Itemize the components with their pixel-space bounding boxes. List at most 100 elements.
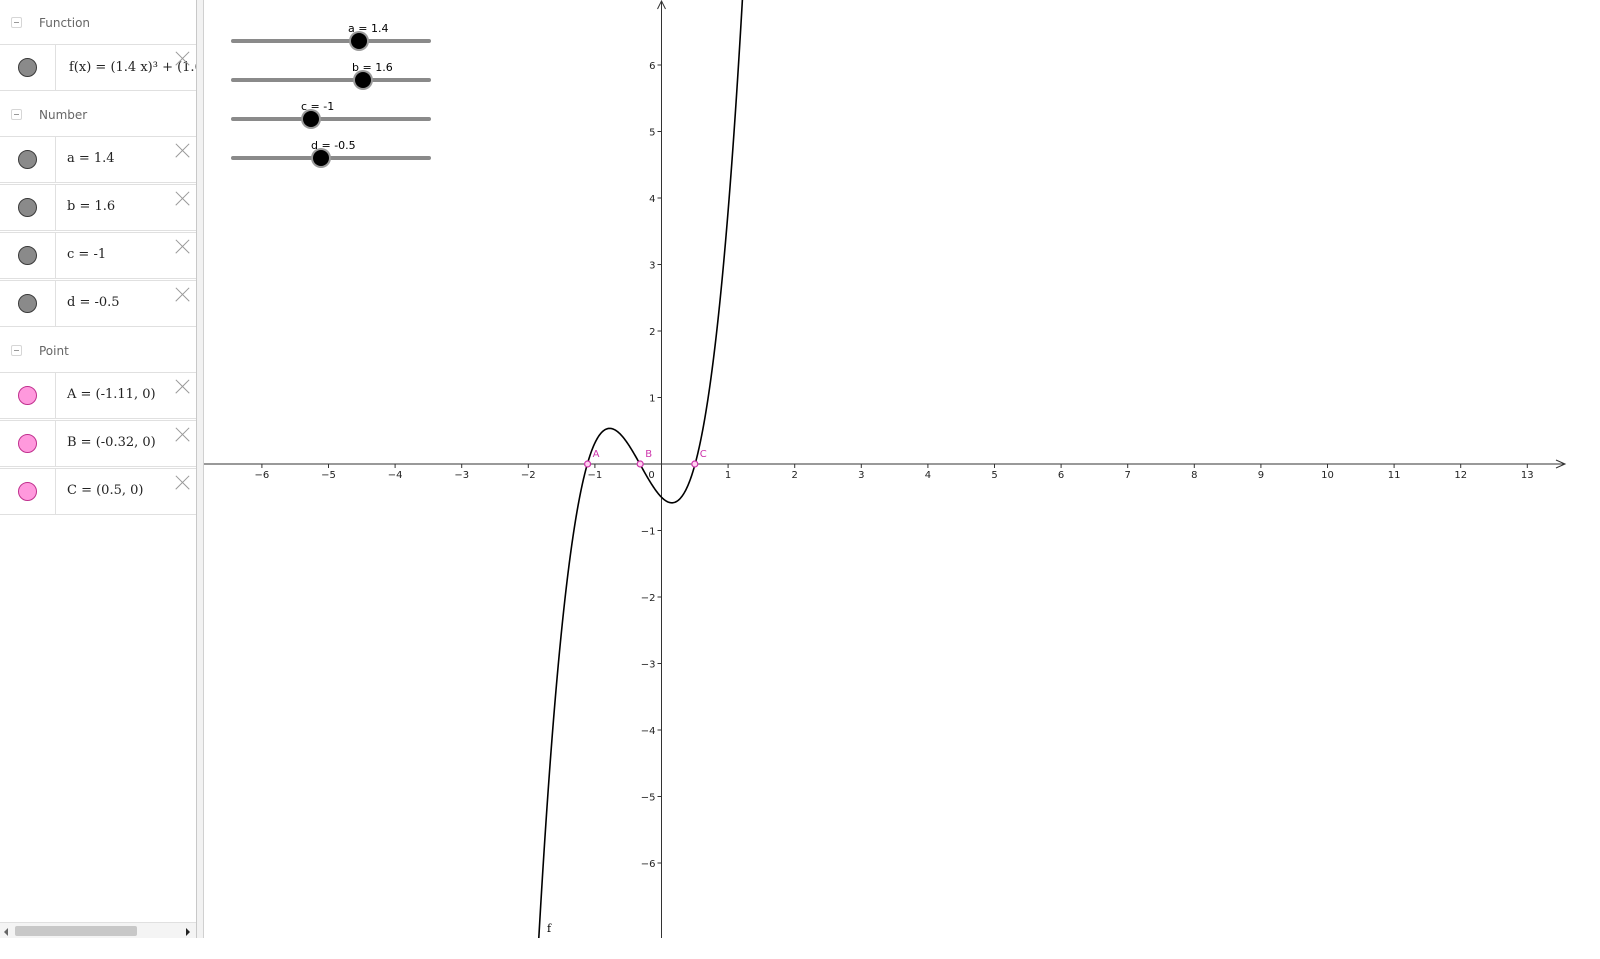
x-tick-label: −6: [255, 470, 270, 481]
x-tick-label: 5: [991, 470, 997, 481]
slider-knob[interactable]: [355, 72, 371, 88]
x-tick-label: 11: [1388, 470, 1401, 481]
visibility-toggle[interactable]: [0, 373, 56, 418]
group-header-point[interactable]: Point: [0, 328, 196, 372]
algebra-view: Function f(x) = (1.4 x)³ + (1.6 x)² − x …: [0, 0, 197, 938]
delete-icon[interactable]: [173, 142, 191, 160]
algebra-row-point-b[interactable]: B = (-0.32, 0): [0, 420, 196, 467]
algebra-definition[interactable]: a = 1.4: [67, 151, 115, 166]
visibility-toggle[interactable]: [0, 137, 56, 182]
slider-caption: c = -1: [301, 100, 335, 113]
visibility-toggle[interactable]: [0, 45, 56, 90]
delete-icon[interactable]: [173, 426, 191, 444]
scroll-left-icon[interactable]: [4, 928, 8, 936]
group-header-number[interactable]: Number: [0, 92, 196, 136]
x-tick-label: 3: [858, 470, 864, 481]
delete-icon[interactable]: [173, 190, 191, 208]
horizontal-scrollbar[interactable]: [0, 922, 196, 938]
group-name: Point: [39, 344, 69, 358]
visibility-toggle[interactable]: [0, 233, 56, 278]
slider-track[interactable]: [231, 117, 431, 121]
point-label: C: [700, 449, 707, 460]
point-label: A: [593, 449, 600, 460]
delete-icon[interactable]: [173, 378, 191, 396]
algebra-row-number-a[interactable]: a = 1.4: [0, 136, 196, 183]
visibility-marble-icon[interactable]: [18, 434, 37, 453]
point-label: B: [645, 449, 652, 460]
x-tick-label: 4: [925, 470, 931, 481]
delete-icon[interactable]: [173, 286, 191, 304]
y-tick-label: −1: [641, 527, 656, 538]
y-tick-label: 5: [649, 128, 655, 139]
graphics-view[interactable]: −6 −5 −4 −3 −2 −1 0 1 2 3 4 5 6 7 8 9 10 11 12 13 −6 −5 −4 −3 −2…: [204, 0, 1600, 959]
algebra-definition[interactable]: A = (-1.11, 0): [67, 387, 156, 402]
algebra-row-number-d[interactable]: d = -0.5: [0, 280, 196, 327]
status-bar: [0, 938, 1600, 959]
visibility-marble-icon[interactable]: [18, 198, 37, 217]
visibility-toggle[interactable]: [0, 421, 56, 466]
x-tick-label: −1: [588, 470, 603, 481]
visibility-toggle[interactable]: [0, 185, 56, 230]
x-tick-label: 10: [1321, 470, 1334, 481]
algebra-definition[interactable]: b = 1.6: [67, 199, 115, 214]
delete-icon[interactable]: [173, 50, 191, 68]
x-tick-label: 8: [1191, 470, 1197, 481]
slider-track[interactable]: [231, 156, 431, 160]
slider-d[interactable]: d = -0.5: [231, 139, 431, 169]
visibility-toggle[interactable]: [0, 281, 56, 326]
y-tick-label: 6: [649, 61, 655, 72]
visibility-marble-icon[interactable]: [18, 246, 37, 265]
x-tick-label: 9: [1258, 470, 1264, 481]
slider-b[interactable]: b = 1.6: [231, 61, 431, 91]
collapse-icon[interactable]: [11, 17, 22, 28]
x-tick-label: 13: [1521, 470, 1534, 481]
algebra-row-point-a[interactable]: A = (-1.11, 0): [0, 372, 196, 419]
y-tick-label: −3: [641, 660, 656, 671]
slider-a[interactable]: a = 1.4: [231, 22, 431, 52]
delete-icon[interactable]: [173, 474, 191, 492]
slider-track[interactable]: [231, 39, 431, 43]
slider-knob[interactable]: [351, 33, 367, 49]
x-tick-label: −2: [521, 470, 536, 481]
algebra-row-function-f[interactable]: f(x) = (1.4 x)³ + (1.6 x)² − x − 0.5: [0, 44, 196, 91]
delete-icon[interactable]: [173, 238, 191, 256]
group-header-function[interactable]: Function: [0, 0, 196, 44]
scroll-right-icon[interactable]: [186, 928, 190, 936]
algebra-row-number-c[interactable]: c = -1: [0, 232, 196, 279]
collapse-icon[interactable]: [11, 345, 22, 356]
y-tick-label: 3: [649, 261, 655, 272]
algebra-row-point-c[interactable]: C = (0.5, 0): [0, 468, 196, 515]
visibility-marble-icon[interactable]: [18, 482, 37, 501]
group-name: Function: [39, 16, 91, 30]
slider-track[interactable]: [231, 78, 431, 82]
collapse-icon[interactable]: [11, 109, 22, 120]
visibility-marble-icon[interactable]: [18, 294, 37, 313]
y-tick-label: −6: [641, 859, 656, 870]
x-tick-label: −5: [321, 470, 336, 481]
visibility-marble-icon[interactable]: [18, 386, 37, 405]
point-b: [636, 460, 644, 468]
x-tick-label: −3: [454, 470, 469, 481]
x-tick-label: 7: [1125, 470, 1131, 481]
algebra-row-number-b[interactable]: b = 1.6: [0, 184, 196, 231]
slider-c[interactable]: c = -1: [231, 100, 431, 130]
x-tick-label: 12: [1454, 470, 1467, 481]
y-tick-label: −5: [641, 793, 656, 804]
y-tick-label: 4: [649, 194, 655, 205]
x-tick-label: −4: [388, 470, 403, 481]
slider-knob[interactable]: [303, 111, 319, 127]
algebra-definition[interactable]: c = -1: [67, 247, 106, 262]
y-tick-label: 1: [649, 394, 655, 405]
slider-knob[interactable]: [313, 150, 329, 166]
algebra-definition[interactable]: C = (0.5, 0): [67, 483, 143, 498]
function-label: f: [547, 922, 552, 935]
algebra-definition[interactable]: d = -0.5: [67, 295, 120, 310]
visibility-toggle[interactable]: [0, 469, 56, 514]
view-divider[interactable]: [197, 0, 204, 938]
x-tick-label: 6: [1058, 470, 1064, 481]
scrollbar-thumb[interactable]: [15, 926, 137, 936]
visibility-marble-icon[interactable]: [18, 58, 37, 77]
point-a: [583, 460, 592, 468]
visibility-marble-icon[interactable]: [18, 150, 37, 169]
algebra-definition[interactable]: B = (-0.32, 0): [67, 435, 156, 450]
